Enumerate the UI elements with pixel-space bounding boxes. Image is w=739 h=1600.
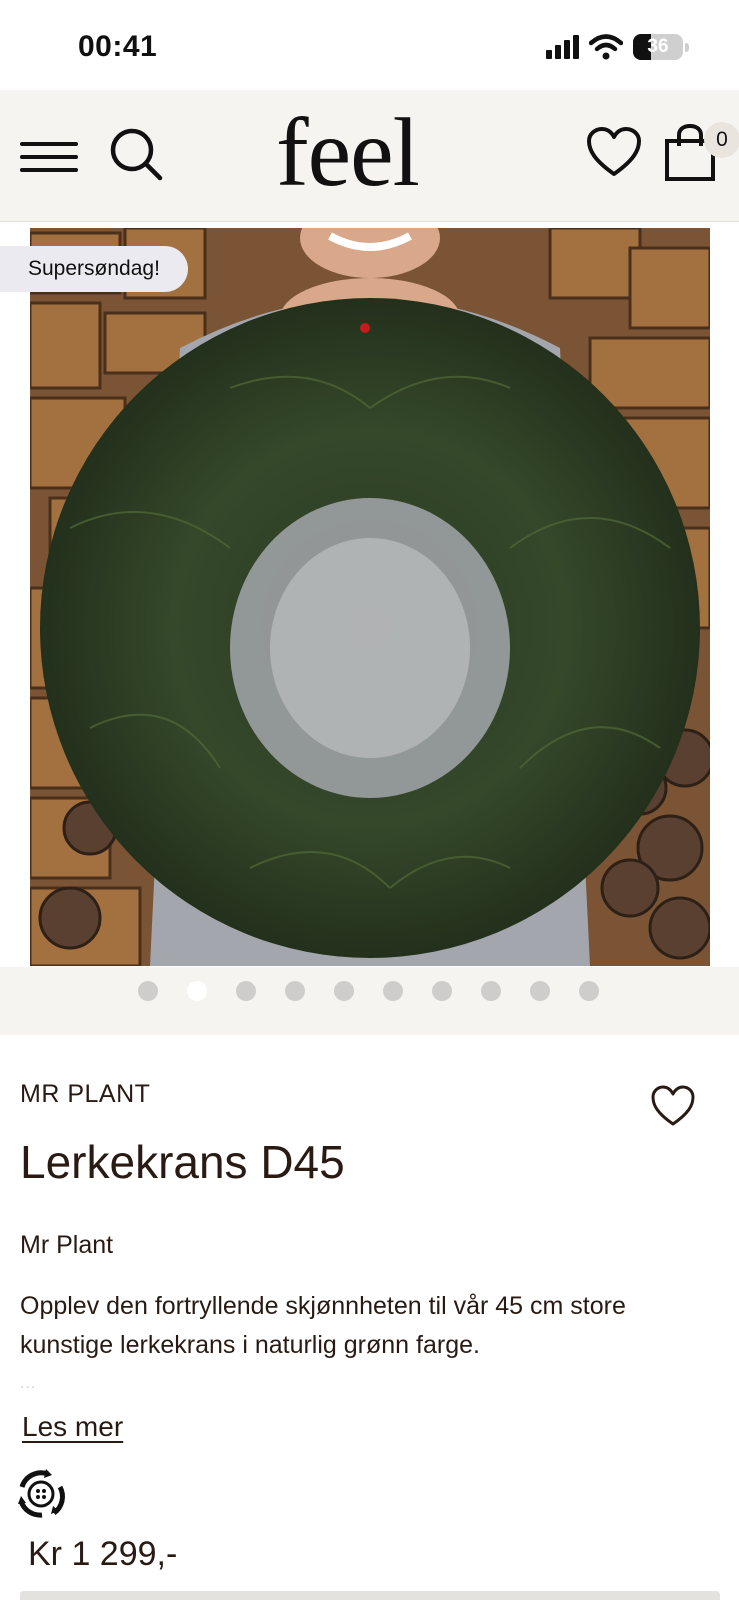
add-to-cart-bar[interactable]	[20, 1591, 720, 1600]
battery-level: 36	[647, 36, 669, 57]
cart-count-badge[interactable]: 0	[704, 122, 739, 158]
search-icon[interactable]	[108, 126, 164, 182]
recycle-icon[interactable]	[12, 1465, 70, 1523]
product-image-area: Supersøndag!	[0, 222, 739, 967]
heart-icon[interactable]	[586, 126, 642, 178]
description-ellipsis: ...	[20, 1375, 37, 1392]
carousel-dot[interactable]	[383, 981, 403, 1001]
carousel-dot[interactable]	[285, 981, 305, 1001]
wifi-icon	[589, 34, 623, 60]
signal-icon	[546, 35, 579, 59]
battery-icon: 36	[633, 34, 683, 60]
site-logo[interactable]: feel	[276, 104, 420, 202]
product-description: Opplev den fortryllende skjønnheten til …	[20, 1292, 626, 1359]
menu-icon[interactable]	[20, 142, 78, 172]
product-price: Kr 1 299,-	[28, 1535, 178, 1573]
promo-badge: Supersøndag!	[0, 246, 188, 292]
brand-name-uppercase[interactable]: MR PLANT	[20, 1080, 150, 1109]
brand-name[interactable]: Mr Plant	[20, 1231, 113, 1260]
carousel-dots-area	[0, 967, 739, 1035]
carousel-dot[interactable]	[432, 981, 452, 1001]
carousel-dots	[138, 981, 599, 1001]
read-more-link[interactable]: Les mer	[22, 1411, 123, 1443]
carousel-dot[interactable]	[236, 981, 256, 1001]
carousel-dot[interactable]	[579, 981, 599, 1001]
carousel-dot[interactable]	[530, 981, 550, 1001]
status-icons: 36	[546, 34, 689, 60]
carousel-dot[interactable]	[187, 981, 207, 1001]
product-title: Lerkekrans D45	[20, 1136, 345, 1188]
favorite-heart-icon[interactable]	[650, 1085, 696, 1127]
product-info: MR PLANT Lerkekrans D45 Mr Plant Opplev …	[0, 1035, 739, 1600]
battery-nub	[685, 42, 689, 52]
status-bar: 00:41 36	[0, 0, 739, 90]
carousel-dot[interactable]	[138, 981, 158, 1001]
product-photo[interactable]	[30, 228, 710, 966]
status-time: 00:41	[78, 30, 158, 63]
carousel-dot[interactable]	[481, 981, 501, 1001]
carousel-dot[interactable]	[334, 981, 354, 1001]
site-header: feel 0	[0, 90, 739, 222]
